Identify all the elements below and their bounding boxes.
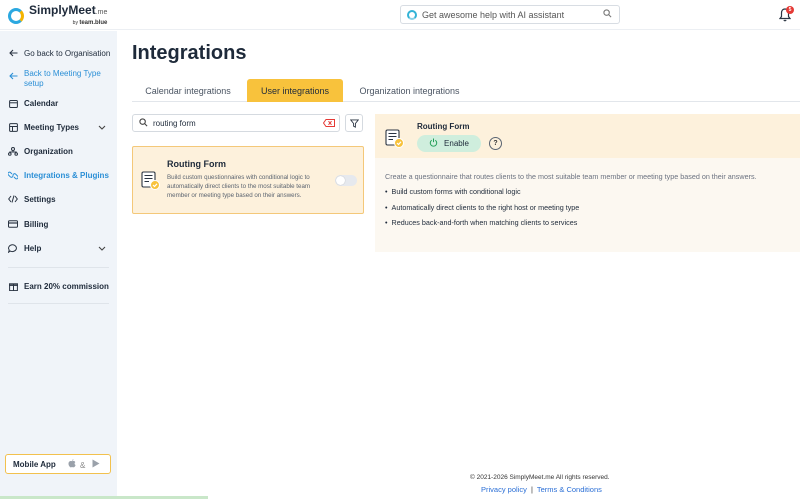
chevron-down-icon[interactable] [98, 123, 106, 132]
copyright-text: © 2021-2026 SimplyMeet.me All rights res… [470, 474, 610, 481]
sidebar-item-label: Integrations & Plugins [24, 170, 109, 180]
footer-links: Privacy policy | Terms & Conditions [481, 485, 602, 494]
help-chat-icon [8, 243, 18, 253]
integration-card-routing-form[interactable]: Routing Form Build custom questionnaires… [132, 146, 364, 214]
search-icon [139, 117, 148, 129]
terms-link[interactable]: Terms & Conditions [537, 485, 602, 494]
brand-name: SimplyMeet [29, 3, 96, 17]
sidebar-item-calendar[interactable]: Calendar [8, 98, 58, 108]
sidebar-item-settings[interactable]: Settings [8, 194, 56, 204]
list-item: Build custom forms with conditional logi… [385, 187, 579, 203]
sidebar-item-label: Help [24, 243, 42, 253]
enable-button[interactable]: Enable [417, 135, 481, 152]
privacy-policy-link[interactable]: Privacy policy [481, 485, 527, 494]
sidebar-item-meeting-types[interactable]: Meeting Types [8, 122, 106, 132]
logo-mark-icon [8, 7, 24, 24]
list-item: Automatically direct clients to the righ… [385, 203, 580, 219]
sidebar-item-earn-commission[interactable]: Earn 20% commission [8, 281, 109, 291]
code-icon [8, 194, 18, 204]
apple-icon[interactable] [68, 458, 80, 470]
sidebar: Go back to Organisation Back to Meeting … [0, 31, 117, 499]
routing-form-icon [141, 171, 161, 196]
sidebar-item-label: Go back to Organisation [24, 48, 111, 58]
calendar-icon [8, 98, 18, 108]
brand-suffix: .me [95, 9, 108, 16]
toggle-knob [336, 176, 345, 185]
integration-detail-panel: Routing Form Enable ? Create a questionn… [375, 114, 800, 252]
sidebar-item-label: Calendar [24, 98, 59, 108]
filter-icon [349, 118, 359, 128]
chevron-down-icon[interactable] [98, 244, 106, 253]
arrow-left-icon [8, 48, 18, 58]
enable-button-label: Enable [444, 139, 469, 148]
gift-icon [8, 281, 18, 291]
feature-list: Build custom forms with conditional logi… [385, 187, 580, 234]
help-question-icon[interactable]: ? [489, 137, 502, 150]
sidebar-item-label: Back to Meeting Type setup [24, 69, 101, 88]
sidebar-item-label: Earn 20% commission [24, 281, 109, 291]
sidebar-item-go-back-organisation[interactable]: Go back to Organisation [8, 48, 110, 58]
detail-intro: Create a questionnaire that routes clien… [385, 172, 757, 181]
power-icon [429, 138, 438, 149]
top-bar: SimplyMeet.me by team.blue Get awesome h… [0, 0, 800, 30]
by-line: by [72, 20, 78, 26]
enable-toggle[interactable] [335, 175, 357, 186]
mobile-app-and: & [80, 460, 88, 470]
notification-count-badge: 5 [786, 6, 794, 14]
filter-button[interactable] [345, 114, 363, 132]
sidebar-item-label: Settings [24, 194, 56, 204]
clear-search-icon[interactable] [323, 119, 335, 127]
page-title: Integrations [132, 42, 247, 64]
sidebar-item-integrations-plugins[interactable]: Integrations & Plugins [8, 170, 109, 180]
arrow-left-icon [8, 71, 18, 81]
mobile-app-label: Mobile App [13, 459, 56, 469]
detail-title: Routing Form [417, 122, 470, 131]
sidebar-item-organization[interactable]: Organization [8, 146, 73, 156]
ai-assistant-search[interactable]: Get awesome help with AI assistant [400, 5, 620, 24]
ai-assistant-icon [407, 9, 417, 20]
tab-user-integrations[interactable]: User integrations [247, 79, 343, 102]
integrations-icon [8, 170, 18, 180]
list-item: Reduces back-and-forth when matching cli… [385, 218, 579, 234]
ai-search-placeholder: Get awesome help with AI assistant [422, 9, 565, 20]
footer-separator: | [530, 485, 533, 494]
tab-calendar-integrations[interactable]: Calendar integrations [132, 79, 244, 102]
sidebar-item-back-meeting-type[interactable]: Back to Meeting Type setup [8, 69, 104, 89]
sidebar-item-label: Meeting Types [24, 122, 79, 132]
card-description: Build custom questionnaires with conditi… [167, 174, 311, 199]
search-value: routing form [153, 118, 196, 128]
sidebar-item-billing[interactable]: Billing [8, 219, 48, 229]
integration-search-input[interactable]: routing form [132, 114, 340, 132]
integration-tabs: Calendar integrations User integrations … [132, 79, 800, 102]
sidebar-divider [8, 267, 109, 268]
by-brand: team.blue [79, 20, 108, 26]
mobile-app-banner[interactable]: Mobile App & [5, 454, 111, 474]
sidebar-item-label: Organization [24, 146, 73, 156]
tab-organization-integrations[interactable]: Organization integrations [346, 79, 473, 102]
meeting-types-icon [8, 122, 18, 132]
sidebar-item-label: Billing [24, 219, 49, 229]
search-icon[interactable] [603, 9, 612, 20]
sidebar-divider [8, 303, 109, 304]
organization-icon [8, 146, 18, 156]
logo[interactable]: SimplyMeet.me by team.blue [8, 4, 107, 26]
billing-icon [8, 219, 18, 229]
routing-form-icon [385, 129, 405, 154]
card-title: Routing Form [167, 159, 226, 169]
sidebar-item-help[interactable]: Help [8, 243, 106, 253]
play-store-icon[interactable] [92, 459, 100, 470]
